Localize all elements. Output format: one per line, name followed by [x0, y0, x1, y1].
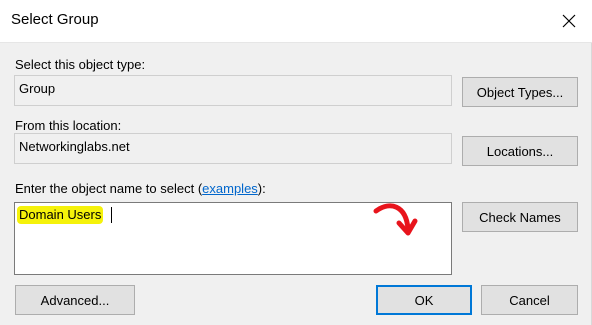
- location-field: Networkinglabs.net: [14, 133, 452, 164]
- object-name-label-prefix: Enter the object name to select (: [15, 181, 203, 196]
- object-name-value: Domain Users: [17, 206, 104, 224]
- annotation-arrow-icon: [373, 203, 418, 236]
- object-name-label-suffix: ):: [257, 181, 266, 196]
- object-name-label: Enter the object name to select (example…: [15, 181, 266, 196]
- text-caret: [111, 207, 112, 223]
- object-types-button[interactable]: Object Types...: [462, 77, 578, 107]
- ok-button[interactable]: OK: [376, 285, 472, 315]
- check-names-button[interactable]: Check Names: [462, 202, 578, 232]
- window-title: Select Group: [11, 11, 99, 28]
- advanced-button[interactable]: Advanced...: [15, 285, 135, 315]
- dialog-body: Select this object type: Group Object Ty…: [0, 43, 592, 325]
- cancel-button[interactable]: Cancel: [481, 285, 578, 315]
- object-type-field: Group: [14, 75, 452, 106]
- object-type-label: Select this object type:: [15, 57, 146, 72]
- title-bar: Select Group: [0, 0, 592, 43]
- location-label: From this location:: [15, 118, 122, 133]
- close-icon: [562, 14, 576, 28]
- locations-button[interactable]: Locations...: [462, 136, 578, 166]
- examples-link[interactable]: examples: [202, 181, 258, 196]
- close-button[interactable]: [546, 0, 592, 42]
